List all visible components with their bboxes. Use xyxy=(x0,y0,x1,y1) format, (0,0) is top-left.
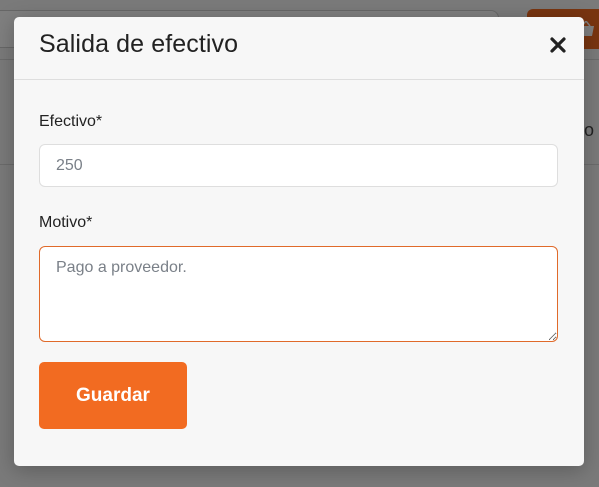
modal-title: Salida de efectivo xyxy=(39,30,239,58)
close-icon xyxy=(550,37,566,53)
motivo-label: Motivo* xyxy=(39,214,93,231)
motivo-textarea[interactable] xyxy=(39,246,558,342)
save-button[interactable]: Guardar xyxy=(39,362,187,429)
efectivo-label: Efectivo* xyxy=(39,113,103,130)
cash-out-modal: Salida de efectivo Efectivo* Motivo* Gua… xyxy=(14,17,584,466)
close-button[interactable] xyxy=(547,34,569,56)
modal-header: Salida de efectivo xyxy=(14,17,584,80)
efectivo-input[interactable] xyxy=(39,144,558,187)
